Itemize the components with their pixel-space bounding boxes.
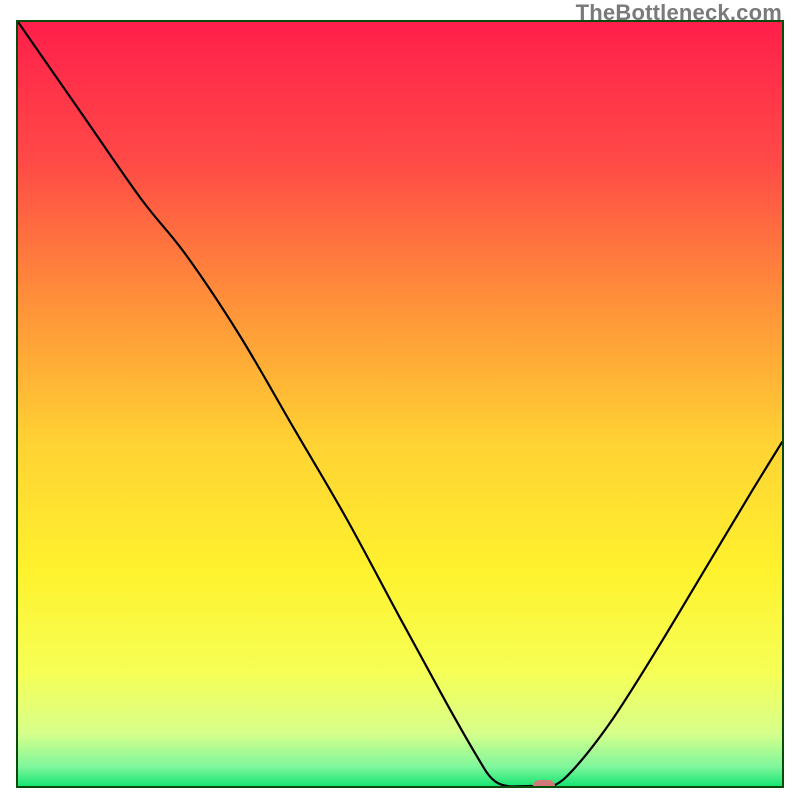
chart-container: TheBottleneck.com [0, 0, 800, 800]
bottleneck-curve [18, 22, 782, 786]
optimal-point-marker [533, 780, 555, 788]
plot-area [16, 20, 784, 788]
